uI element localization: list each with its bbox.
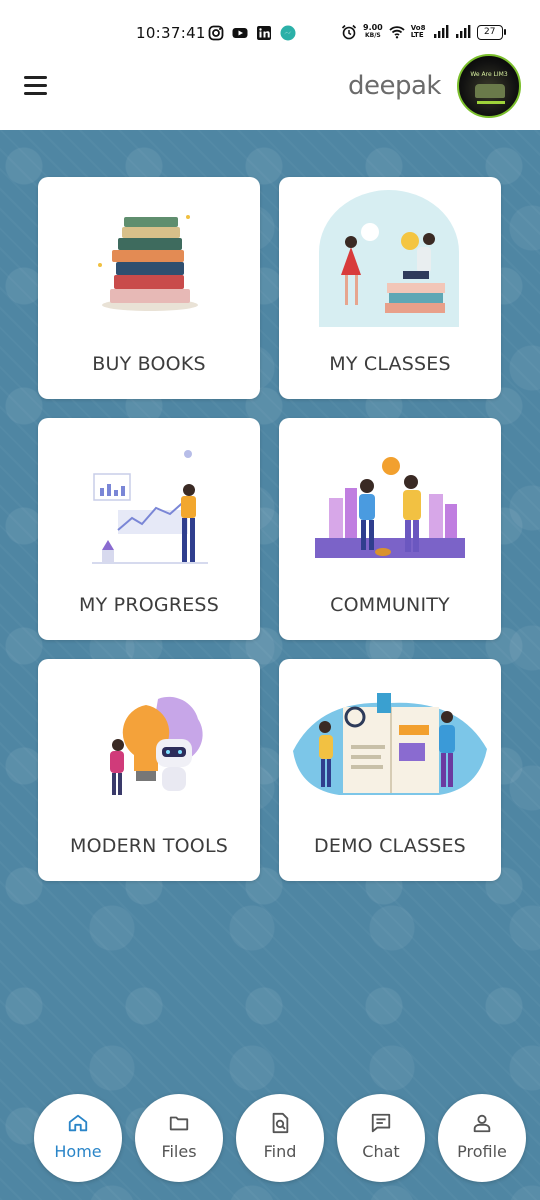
youtube-icon <box>232 28 248 38</box>
community-illustration <box>315 457 465 558</box>
nav-label: Find <box>263 1142 297 1161</box>
home-icon <box>68 1114 88 1132</box>
classes-illustration <box>319 190 459 327</box>
instagram-icon <box>208 25 224 41</box>
status-time: 10:37:41 <box>136 24 206 42</box>
books-stack-illustration <box>98 215 198 311</box>
dashboard-background: BUY BOOKS MY CLASSES MY PROGRESS COMMUNI… <box>0 130 540 1200</box>
signal-icon-sim2 <box>455 25 471 38</box>
battery-icon: 27 <box>476 24 506 40</box>
nav-profile[interactable]: Profile <box>438 1094 526 1182</box>
signal-icon-sim1 <box>433 25 449 38</box>
community-card[interactable]: COMMUNITY <box>279 418 501 640</box>
system-icons: 9.00 KB/S Vo8 LTE 27 <box>341 23 506 40</box>
nav-files[interactable]: Files <box>135 1094 223 1182</box>
chat-icon <box>371 1113 391 1133</box>
nav-home[interactable]: Home <box>34 1094 122 1182</box>
buy-books-card[interactable]: BUY BOOKS <box>38 177 260 399</box>
brand-title: deepak <box>348 71 442 101</box>
search-document-icon <box>272 1112 289 1134</box>
volte-indicator: Vo8 LTE <box>410 24 426 39</box>
robot-lightbulb-illustration <box>110 696 203 795</box>
notification-icons <box>208 25 296 41</box>
app-header: deepak We Are LIM3 <box>0 50 540 130</box>
alarm-icon <box>341 24 357 40</box>
my-progress-card[interactable]: MY PROGRESS <box>38 418 260 640</box>
card-label: MY CLASSES <box>329 353 451 375</box>
network-speed: 9.00 KB/S <box>363 23 383 40</box>
card-label: MODERN TOOLS <box>70 835 228 857</box>
messenger-icon <box>280 25 296 41</box>
hamburger-menu-icon[interactable] <box>24 76 48 96</box>
folder-icon <box>169 1116 189 1131</box>
card-label: MY PROGRESS <box>79 594 219 616</box>
wifi-icon <box>389 26 405 39</box>
status-bar: 10:37:41 9.00 KB/S Vo8 LTE 27 <box>0 0 540 50</box>
card-label: BUY BOOKS <box>92 353 206 375</box>
linkedin-icon <box>257 26 271 40</box>
nav-find[interactable]: Find <box>236 1094 324 1182</box>
demo-classes-card[interactable]: DEMO CLASSES <box>279 659 501 881</box>
nav-label: Files <box>161 1142 197 1161</box>
book-magnifier-illustration <box>293 693 487 795</box>
nav-label: Chat <box>362 1142 400 1161</box>
avatar-text: We Are LIM3 <box>470 71 508 78</box>
nav-label: Profile <box>457 1142 507 1161</box>
modern-tools-card[interactable]: MODERN TOOLS <box>38 659 260 881</box>
avatar[interactable]: We Are LIM3 <box>457 54 521 118</box>
progress-chart-illustration <box>92 450 208 564</box>
card-label: DEMO CLASSES <box>314 835 466 857</box>
nav-chat[interactable]: Chat <box>337 1094 425 1182</box>
my-classes-card[interactable]: MY CLASSES <box>279 177 501 399</box>
person-icon <box>473 1114 491 1133</box>
nav-label: Home <box>54 1142 102 1161</box>
card-label: COMMUNITY <box>330 594 450 616</box>
